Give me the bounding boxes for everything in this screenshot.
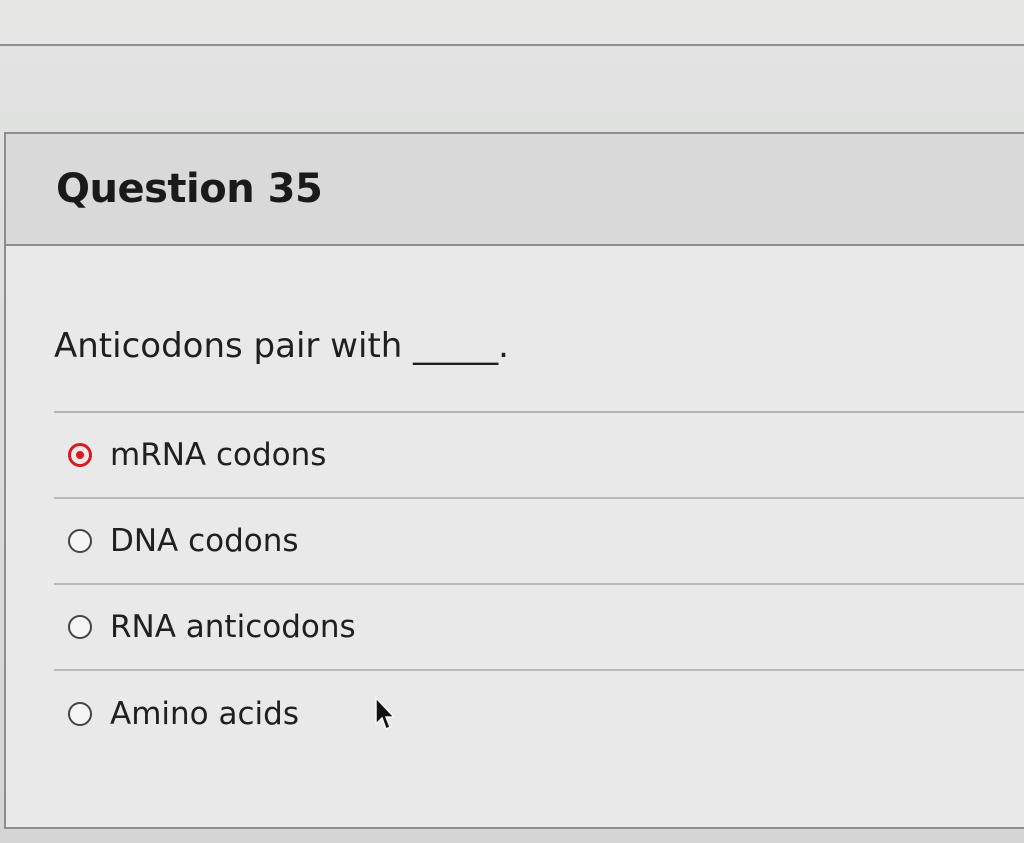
question-card: Question 35 Anticodons pair with _____. … (4, 132, 1024, 829)
radio-empty-icon[interactable] (68, 528, 92, 553)
question-title: Question 35 (56, 166, 323, 212)
question-prompt: Anticodons pair with _____. (54, 326, 509, 366)
answer-option-rna-anticodons[interactable]: RNA anticodons (54, 585, 1024, 671)
answer-label: RNA anticodons (110, 608, 356, 645)
quiz-screen: Question 35 Anticodons pair with _____. … (0, 0, 1024, 843)
answer-option-dna-codons[interactable]: DNA codons (54, 499, 1024, 585)
mouse-cursor-icon (375, 697, 396, 731)
radio-selected-icon[interactable] (68, 442, 92, 467)
answer-option-amino-acids[interactable]: Amino acids (54, 671, 1024, 757)
answer-label: Amino acids (110, 695, 299, 732)
radio-empty-icon[interactable] (68, 614, 92, 639)
question-header: Question 35 (6, 134, 1024, 246)
previous-question-card (0, 0, 1024, 46)
question-body: Anticodons pair with _____. mRNA codons … (6, 326, 1024, 757)
answer-option-mrna-codons[interactable]: mRNA codons (54, 413, 1024, 499)
radio-empty-icon[interactable] (68, 701, 92, 726)
answer-list: mRNA codons DNA codons RNA anticodons Am… (54, 410, 1024, 757)
answer-label: mRNA codons (110, 436, 327, 473)
answer-label: DNA codons (110, 522, 299, 559)
